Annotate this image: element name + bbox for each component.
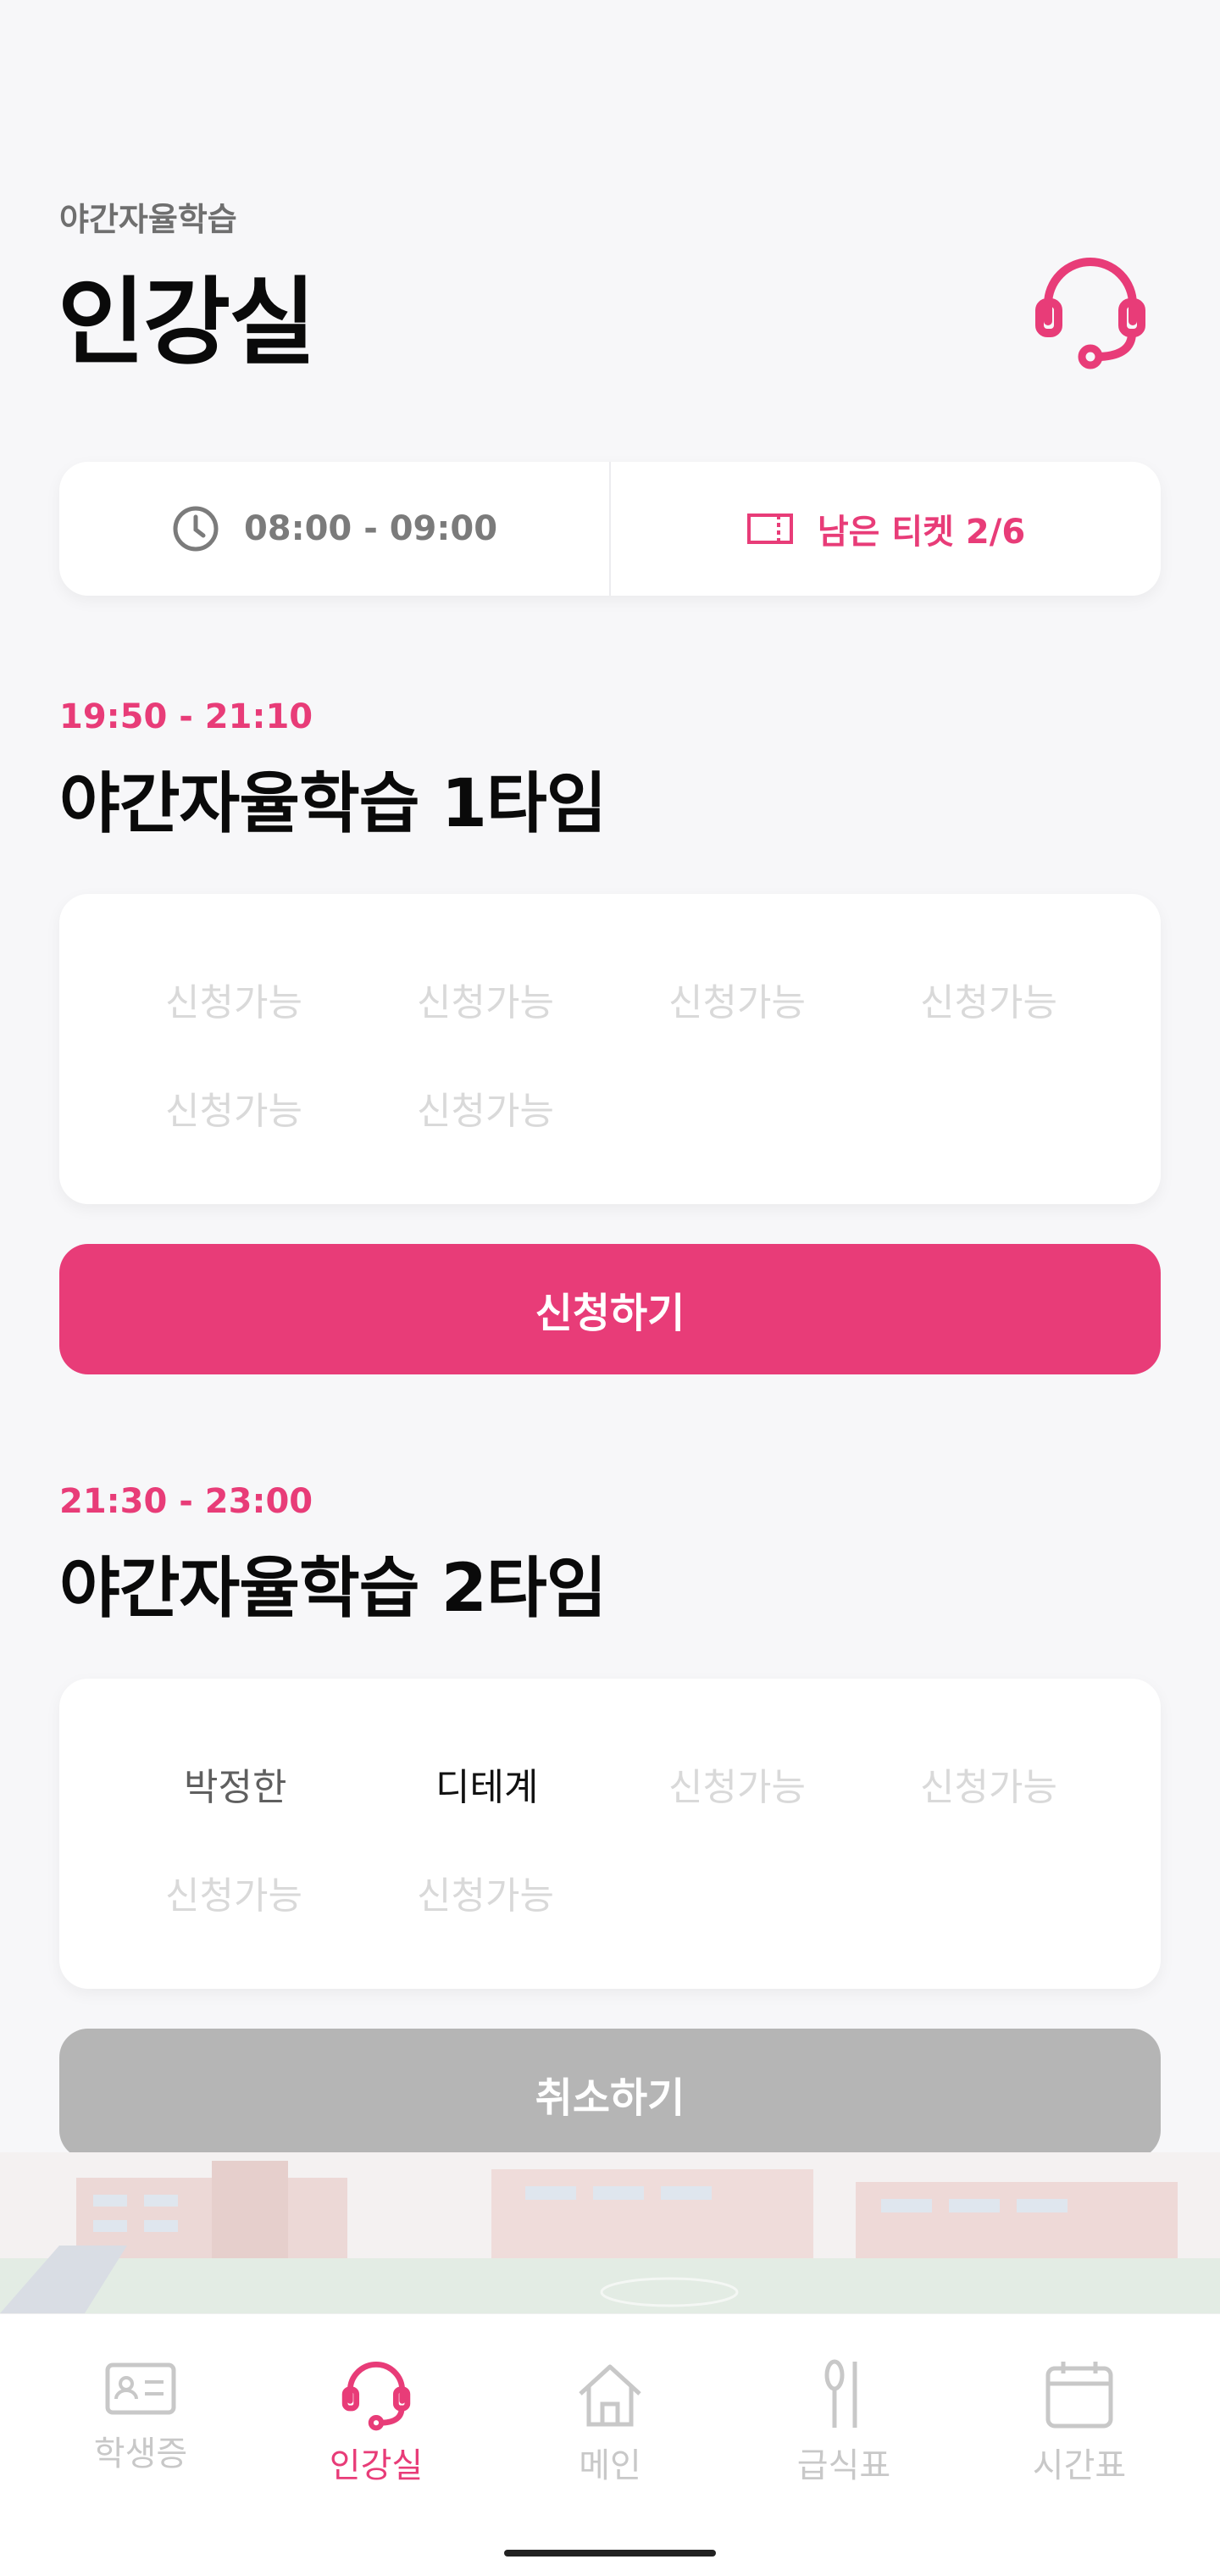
seat-slot-mine[interactable]: 디테계 <box>417 1743 668 1852</box>
seat-slot-occupied: 박정한 <box>184 1766 287 1809</box>
campus-scenery-illustration <box>0 2152 1220 2313</box>
info-bar: 08:00 - 09:00 남은 티켓 2/6 <box>59 462 1161 596</box>
tab-label: 학생증 <box>93 2434 188 2473</box>
tab-label: 급식표 <box>796 2446 891 2485</box>
seat-slot[interactable]: 신청가능 <box>668 958 920 1067</box>
session-2-title: 야간자율학습 2타임 <box>59 1551 607 1627</box>
seat-slot[interactable]: 신청가능 <box>417 1067 668 1175</box>
seat-slot[interactable]: 신청가능 <box>165 1067 417 1175</box>
id-card-icon <box>105 2362 176 2415</box>
tab-label: 시간표 <box>1032 2446 1127 2485</box>
remaining-tickets-text: 남은 티켓 2/6 <box>817 513 1026 552</box>
seat-slot[interactable]: 신청가능 <box>920 1743 1172 1852</box>
headset-icon <box>341 2362 411 2431</box>
clock-icon <box>173 506 219 552</box>
calendar-icon <box>1045 2362 1113 2429</box>
headset-icon <box>1035 258 1145 369</box>
tab-lecture-room[interactable]: 인강실 <box>291 2358 461 2487</box>
time-info: 08:00 - 09:00 <box>59 462 609 596</box>
seat-slot[interactable]: 신청가능 <box>165 958 417 1067</box>
tab-label: 메인 <box>579 2446 641 2485</box>
bottom-tab-bar: 학생증 인강실 메인 급식표 시간표 <box>0 2313 1220 2576</box>
seat-slot[interactable]: 신청가능 <box>920 958 1172 1067</box>
page: 야간자율학습 인강실 08:00 - 09:00 남은 티켓 2/6 19:50… <box>0 0 1220 2576</box>
session-2-seat-card: 박정한 디테계 신청가능 신청가능 신청가능 신청가능 <box>59 1679 1161 1989</box>
tab-label: 인강실 <box>329 2446 424 2485</box>
session-1-time: 19:50 - 21:10 <box>59 697 313 736</box>
apply-button[interactable]: 신청하기 <box>59 1244 1161 1374</box>
session-2-time: 21:30 - 23:00 <box>59 1482 313 1521</box>
seat-slot[interactable]: 신청가능 <box>165 1852 417 1960</box>
session-1-seat-card: 신청가능 신청가능 신청가능 신청가능 신청가능 신청가능 <box>59 894 1161 1204</box>
support-headset-button[interactable] <box>1027 247 1154 375</box>
ticket-info: 남은 티켓 2/6 <box>611 462 1161 596</box>
tab-student-id[interactable]: 학생증 <box>56 2358 225 2475</box>
utensils-icon <box>824 2359 857 2428</box>
seat-slot[interactable]: 신청가능 <box>668 1743 920 1852</box>
seat-slot[interactable]: 신청가능 <box>417 1852 668 1960</box>
home-icon <box>579 2364 641 2427</box>
page-title: 인강실 <box>58 268 316 378</box>
time-range-text: 08:00 - 09:00 <box>243 509 498 548</box>
home-indicator <box>504 2550 716 2557</box>
ticket-icon <box>746 514 793 544</box>
tab-main[interactable]: 메인 <box>525 2358 695 2487</box>
page-subtitle: 야간자율학습 <box>59 201 237 238</box>
tab-meal[interactable]: 급식표 <box>759 2358 929 2487</box>
seat-slot[interactable]: 신청가능 <box>417 958 668 1067</box>
tab-timetable[interactable]: 시간표 <box>995 2358 1164 2487</box>
session-1-title: 야간자율학습 1타임 <box>59 766 607 842</box>
cancel-button[interactable]: 취소하기 <box>59 2029 1161 2159</box>
